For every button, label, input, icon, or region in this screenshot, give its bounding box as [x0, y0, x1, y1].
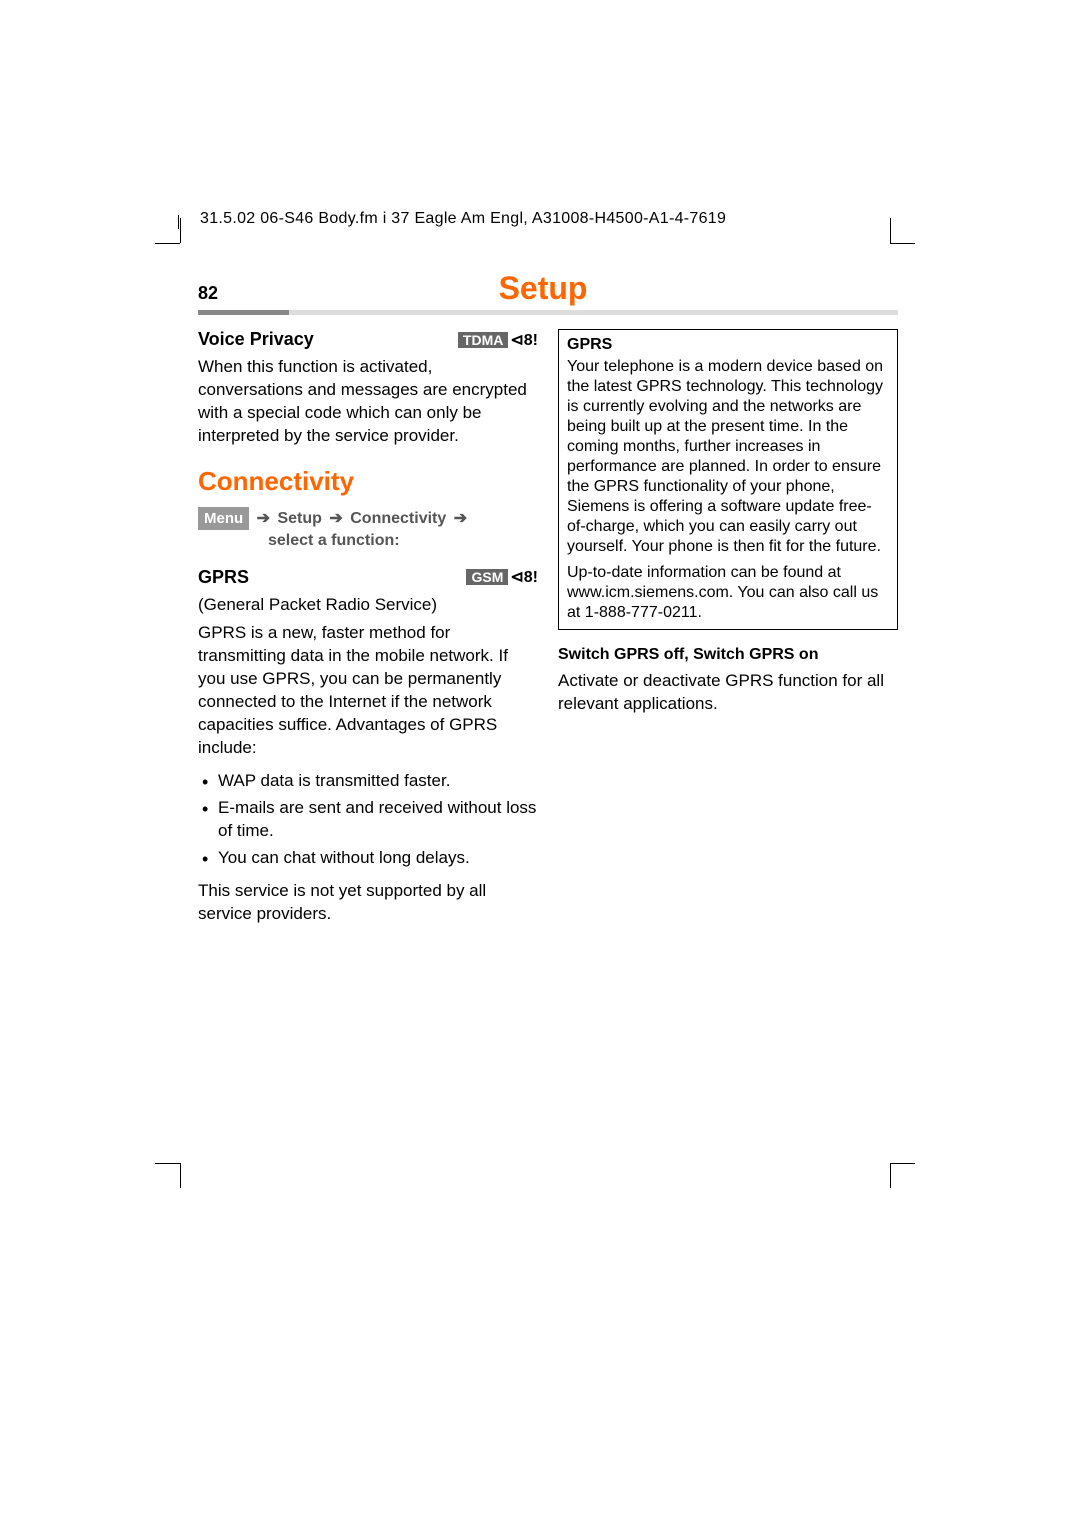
gsm-badge: GSM	[466, 569, 508, 585]
gprs-bullets: WAP data is transmitted faster. E-mails …	[198, 770, 538, 870]
title-underline	[198, 310, 898, 315]
nav-select: select a function:	[268, 530, 400, 552]
bullet-item: WAP data is transmitted faster.	[198, 770, 538, 793]
page-body: 82 Setup Voice Privacy TDMA ⊲8! When thi…	[198, 270, 898, 936]
tdma-badge: TDMA	[458, 332, 508, 348]
arrow-icon: ➔	[454, 510, 467, 527]
gprs-heading: GPRS GSM ⊲8!	[198, 567, 538, 588]
nav-setup: Setup	[277, 510, 321, 527]
gprs-body2: This service is not yet supported by all…	[198, 880, 538, 926]
crop-mark	[875, 228, 905, 258]
info-box-p1: Your telephone is a modern device based …	[567, 357, 889, 557]
crop-mark	[165, 1148, 195, 1178]
switch-heading: Switch GPRS off, Switch GPRS on	[558, 646, 898, 664]
bullet-item: E-mails are sent and received without lo…	[198, 797, 538, 843]
crop-mark	[875, 1148, 905, 1178]
network-icon: ⊲8!	[510, 330, 538, 350]
voice-privacy-heading: Voice Privacy TDMA ⊲8!	[198, 329, 538, 350]
chapter-title: Setup	[188, 270, 898, 307]
gprs-body1: GPRS is a new, faster method for transmi…	[198, 622, 538, 760]
gprs-expansion: (General Packet Radio Service)	[198, 594, 538, 617]
voice-privacy-body: When this function is activated, convers…	[198, 356, 538, 448]
bullet-item: You can chat without long delays.	[198, 847, 538, 870]
menu-path: Menu ➔ Setup ➔ Connectivity ➔ select a f…	[198, 507, 538, 553]
crop-mark	[165, 228, 195, 258]
tdma-indicator: TDMA ⊲8!	[458, 330, 538, 350]
header-meta: 31.5.02 06-S46 Body.fm i 37 Eagle Am Eng…	[200, 210, 726, 228]
connectivity-heading: Connectivity	[198, 466, 538, 497]
network-icon: ⊲8!	[510, 567, 538, 587]
gprs-info-box: GPRS Your telephone is a modern device b…	[558, 329, 898, 630]
info-box-p2: Up-to-date information can be found at w…	[567, 563, 889, 623]
right-column: GPRS Your telephone is a modern device b…	[558, 329, 898, 936]
nav-connectivity: Connectivity	[350, 510, 446, 527]
arrow-icon: ➔	[257, 510, 270, 527]
left-column: Voice Privacy TDMA ⊲8! When this functio…	[198, 329, 538, 936]
info-box-title: GPRS	[567, 336, 889, 354]
heading-text: Voice Privacy	[198, 329, 314, 350]
switch-body: Activate or deactivate GPRS function for…	[558, 670, 898, 716]
gsm-indicator: GSM ⊲8!	[466, 567, 538, 587]
tick-mark	[178, 215, 179, 229]
arrow-icon: ➔	[329, 510, 342, 527]
menu-badge: Menu	[198, 507, 249, 530]
heading-text: GPRS	[198, 567, 249, 588]
